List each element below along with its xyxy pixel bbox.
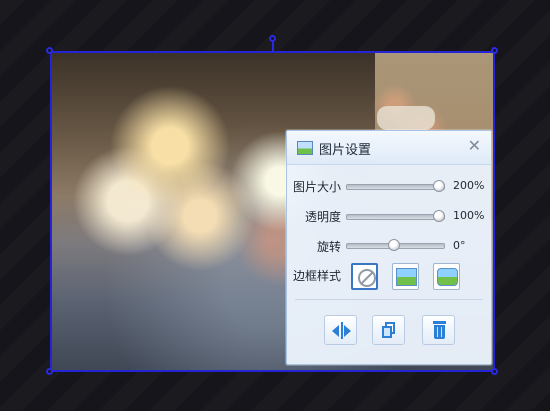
- opacity-slider-track[interactable]: [346, 214, 445, 220]
- rotate-value: 0°: [453, 239, 466, 252]
- resize-handle-bottom-left[interactable]: [46, 368, 53, 375]
- border-style-label: 边框样式: [292, 269, 341, 283]
- border-square-button[interactable]: [392, 263, 419, 290]
- divider: [295, 299, 483, 300]
- rotate-label: 旋转: [316, 240, 341, 254]
- delete-button[interactable]: [422, 315, 455, 345]
- delete-icon: [433, 321, 446, 339]
- flip-horizontal-button[interactable]: [324, 315, 357, 345]
- rotate-slider-thumb[interactable]: [388, 239, 400, 251]
- copy-button[interactable]: [372, 315, 405, 345]
- resize-handle-bottom-right[interactable]: [491, 368, 498, 375]
- size-slider-thumb[interactable]: [433, 180, 445, 192]
- resize-handle-top-right[interactable]: [491, 47, 498, 54]
- opacity-slider-thumb[interactable]: [433, 210, 445, 222]
- opacity-value: 100%: [453, 209, 485, 222]
- opacity-label: 透明度: [304, 210, 341, 224]
- border-rounded-button[interactable]: [433, 263, 460, 290]
- size-label: 图片大小: [292, 180, 341, 194]
- copy-icon: [382, 322, 396, 338]
- rotate-stem: [272, 42, 274, 52]
- close-icon[interactable]: ✕: [468, 138, 481, 154]
- border-none-button[interactable]: [351, 263, 378, 290]
- dialog-title: 图片设置: [319, 143, 372, 158]
- size-value: 200%: [453, 179, 485, 192]
- rotate-handle[interactable]: [269, 35, 276, 42]
- flip-horizontal-icon: [332, 322, 351, 339]
- image-icon: [297, 141, 313, 155]
- picture-frame-rounded-icon: [437, 268, 458, 286]
- image-settings-dialog: 图片设置 ✕ 图片大小 200% 透明度 100% 旋转 0° 边框样式: [286, 130, 492, 365]
- dialog-header[interactable]: 图片设置 ✕: [287, 131, 491, 165]
- none-icon: [358, 269, 376, 287]
- resize-handle-top-left[interactable]: [46, 47, 53, 54]
- size-slider-track[interactable]: [346, 184, 445, 190]
- picture-frame-square-icon: [396, 268, 417, 286]
